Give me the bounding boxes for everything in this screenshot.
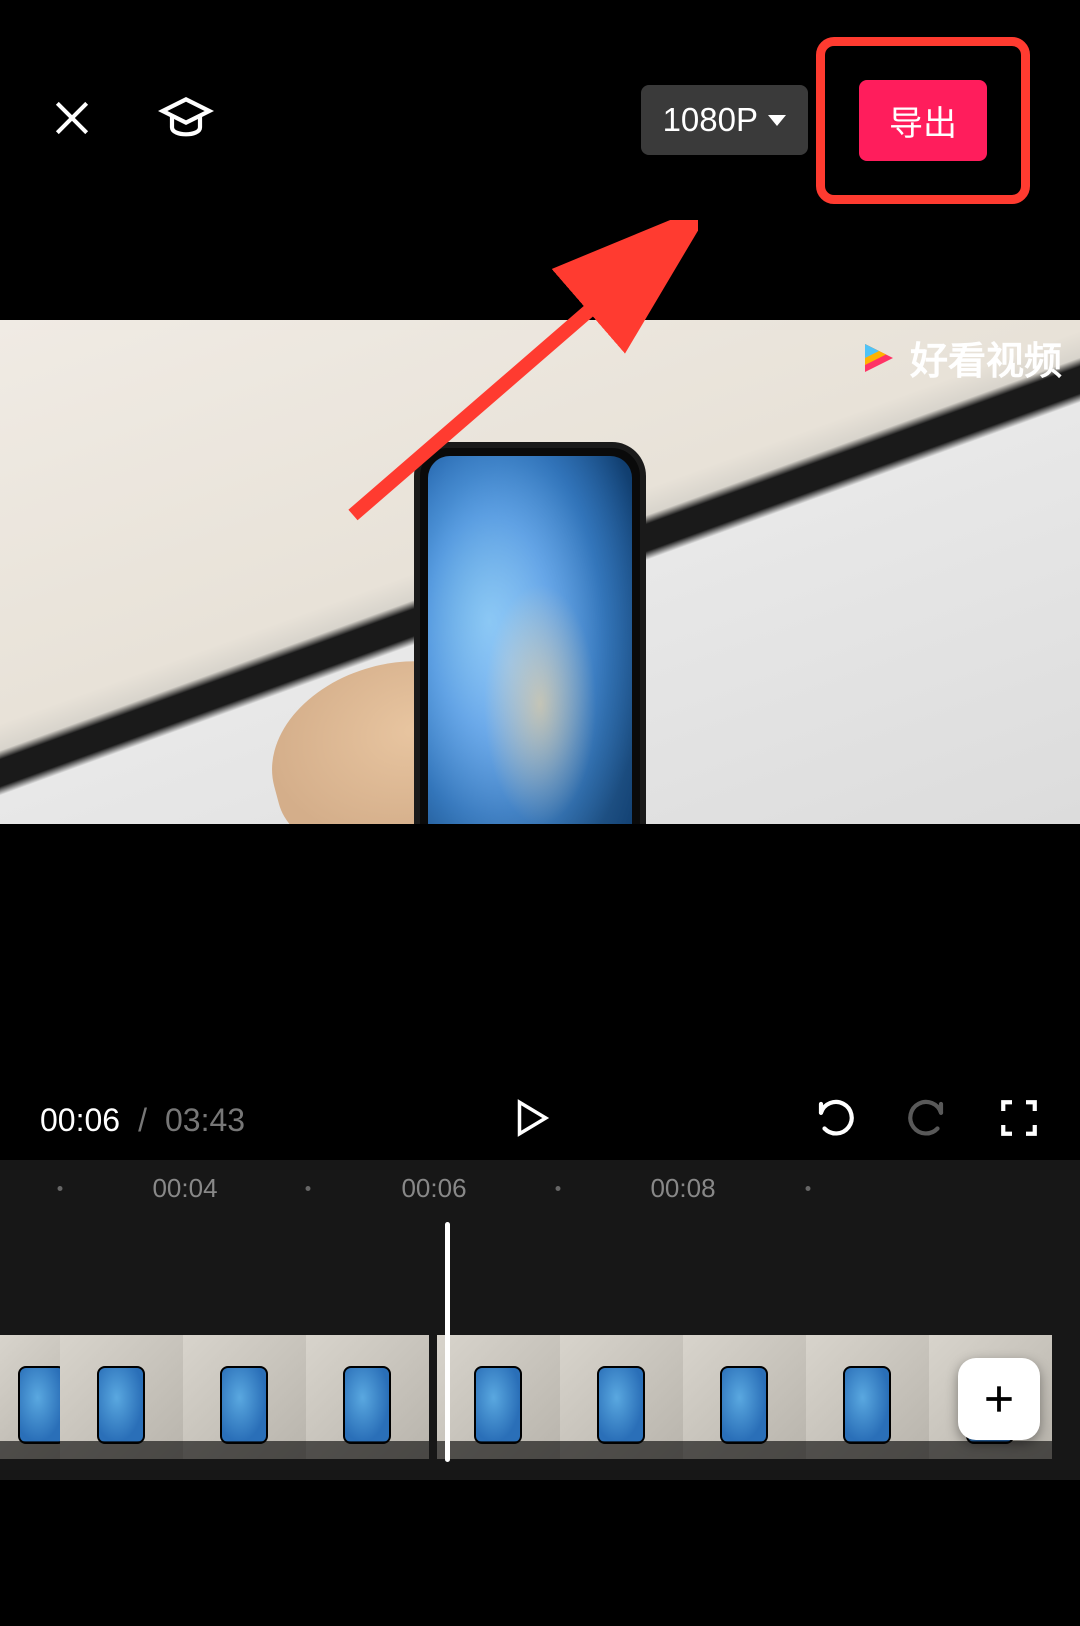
fullscreen-icon	[998, 1097, 1040, 1139]
close-icon	[50, 96, 94, 140]
ruler-mark: 00:04	[152, 1173, 217, 1204]
clip-thumbnail[interactable]	[60, 1335, 183, 1459]
video-preview-frame[interactable]: 好看视频	[0, 320, 1080, 824]
ruler-tick	[556, 1186, 561, 1191]
time-separator: /	[138, 1102, 147, 1139]
ruler-mark: 00:08	[650, 1173, 715, 1204]
annotation-highlight-box: 导出	[816, 37, 1030, 204]
tutorial-button[interactable]	[158, 90, 214, 151]
total-time: 03:43	[165, 1102, 245, 1139]
close-button[interactable]	[50, 96, 94, 145]
watermark-text: 好看视频	[910, 330, 1062, 385]
timeline-ruler[interactable]: 00:04 00:06 00:08	[0, 1160, 1080, 1216]
playback-bar: 00:06 / 03:43	[0, 1080, 1080, 1160]
resolution-label: 1080P	[663, 101, 758, 139]
fullscreen-button[interactable]	[998, 1097, 1040, 1144]
graduation-cap-icon	[158, 90, 214, 146]
video-track[interactable]	[0, 1335, 1052, 1480]
current-time: 00:06	[40, 1102, 120, 1139]
clip-thumbnail[interactable]	[306, 1335, 429, 1459]
preview-canvas: 好看视频	[0, 220, 1080, 1080]
top-toolbar: 1080P 导出	[0, 20, 1080, 220]
clip-thumbnail[interactable]	[560, 1335, 683, 1459]
redo-icon	[906, 1097, 948, 1139]
play-button[interactable]	[509, 1097, 551, 1144]
clip-thumbnail[interactable]	[437, 1335, 560, 1459]
play-icon	[509, 1097, 551, 1139]
undo-icon	[814, 1097, 856, 1139]
redo-button	[906, 1097, 948, 1144]
resolution-dropdown[interactable]: 1080P	[641, 85, 808, 155]
undo-button[interactable]	[814, 1097, 856, 1144]
chevron-down-icon	[768, 115, 786, 126]
clip-thumbnail[interactable]	[0, 1335, 60, 1459]
ruler-tick	[306, 1186, 311, 1191]
add-clip-button[interactable]	[958, 1358, 1040, 1440]
ruler-tick	[806, 1186, 811, 1191]
ruler-tick	[58, 1186, 63, 1191]
watermark: 好看视频	[858, 330, 1062, 385]
timeline[interactable]: 00:04 00:06 00:08	[0, 1160, 1080, 1480]
clip-thumbnail[interactable]	[183, 1335, 306, 1459]
ruler-mark: 00:06	[401, 1173, 466, 1204]
watermark-logo-icon	[858, 337, 900, 379]
clip-cut-point[interactable]	[429, 1335, 437, 1459]
plus-icon	[980, 1380, 1018, 1418]
status-bar	[0, 0, 1080, 20]
clip-thumbnail[interactable]	[806, 1335, 929, 1459]
export-button[interactable]: 导出	[859, 80, 987, 161]
preview-content-phone	[420, 448, 640, 824]
export-label: 导出	[889, 105, 957, 143]
playhead[interactable]	[445, 1222, 450, 1462]
clip-thumbnail[interactable]	[683, 1335, 806, 1459]
